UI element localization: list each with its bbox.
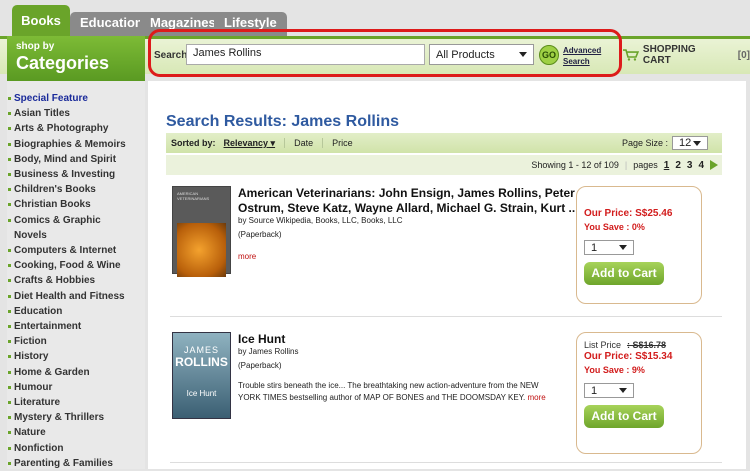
sort-bar: Sorted by: Relevancy ▾ Date Price Page S… (166, 133, 722, 153)
product-divider (170, 462, 722, 463)
product-2-you-save: You Save : 9% (584, 365, 645, 375)
chevron-down-icon (619, 388, 627, 393)
sidebar-item-diet-health[interactable]: Diet Health and Fitness (7, 289, 145, 304)
product-2-byline: by James Rollins (238, 347, 299, 356)
results-title: Search Results: James Rollins (166, 113, 399, 130)
sidebar-item-literature[interactable]: Literature (7, 395, 145, 410)
product-2-our-price: Our Price: S$15.34 (584, 351, 673, 362)
page-link-2[interactable]: 2 (675, 160, 681, 171)
categories-header: shop by Categories (7, 36, 145, 81)
cover-title: Ice Hunt (186, 389, 217, 398)
product-2-title[interactable]: Ice Hunt (238, 332, 285, 347)
sidebar-item-business[interactable]: Business & Investing (7, 167, 145, 182)
next-page-icon[interactable] (710, 160, 718, 170)
product-2-qty-select[interactable]: 1 (584, 383, 634, 398)
product-1-our-price: Our Price: S$25.46 (584, 208, 673, 219)
shopping-cart[interactable]: SHOPPING CART [0] (623, 44, 750, 66)
cover-author-first: JAMES (183, 345, 219, 355)
sort-relevancy[interactable]: Relevancy ▾ (224, 138, 285, 149)
page-size-value: 12 (679, 137, 692, 149)
page-link-3[interactable]: 3 (687, 160, 693, 171)
product-1-details: by Source Wikipedia, Books, LLC, Books, … (238, 215, 403, 263)
category-sidebar: Special Feature Asian Titles Arts & Phot… (7, 81, 145, 469)
sidebar-item-history[interactable]: History (7, 349, 145, 364)
categories-header-small: shop by (16, 41, 55, 52)
sidebar-item-childrens-books[interactable]: Children's Books (7, 182, 145, 197)
product-2-description: Trouble stirs beneath the ice... The bre… (238, 380, 570, 404)
sidebar-item-asian-titles[interactable]: Asian Titles (7, 106, 145, 121)
sidebar-item-body-mind-spirit[interactable]: Body, Mind and Spirit (7, 152, 145, 167)
product-2-list-price-label: List Price (584, 340, 622, 350)
sidebar-item-education[interactable]: Education (7, 304, 145, 319)
cart-icon (623, 49, 639, 61)
product-1-qty-value: 1 (591, 241, 598, 254)
sidebar-item-biographies[interactable]: Biographies & Memoirs (7, 137, 145, 152)
sidebar-item-humour[interactable]: Humour (7, 380, 145, 395)
sidebar-item-special-feature[interactable]: Special Feature (7, 91, 145, 106)
product-1-price-box: Our Price: S$25.46 You Save : 0% 1 Add t… (576, 186, 702, 304)
page-link-4[interactable]: 4 (698, 160, 704, 171)
chevron-down-icon (619, 245, 627, 250)
search-highlight-outline (148, 29, 622, 77)
product-1-qty-select[interactable]: 1 (584, 240, 634, 255)
sort-price[interactable]: Price (322, 138, 362, 148)
product-1-title-line2: Ostrum, Steve Katz, Wayne Allard, Michae… (238, 201, 579, 215)
product-1-cover[interactable]: AMERICAN VETERINARIANS (172, 186, 231, 277)
page-size-label: Page Size : (621, 138, 668, 148)
sidebar-item-home-garden[interactable]: Home & Garden (7, 365, 145, 380)
pages-label: pages (633, 160, 658, 170)
product-2-desc-line2-text: YORK TIMES bestselling author of MAP OF … (238, 393, 526, 402)
sidebar-item-arts-photography[interactable]: Arts & Photography (7, 121, 145, 136)
product-2-price-box: List Price : S$16.78 Our Price: S$15.34 Y… (576, 332, 702, 454)
product-1-format: (Paperback) (238, 230, 282, 239)
page-size-select[interactable]: 12 (672, 136, 708, 150)
sidebar-item-fiction[interactable]: Fiction (7, 334, 145, 349)
sidebar-item-nonfiction[interactable]: Nonfiction (7, 441, 145, 456)
product-2-qty-value: 1 (591, 384, 598, 397)
product-2-desc-line2: YORK TIMES bestselling author of MAP OF … (238, 392, 570, 404)
product-1-title-line1: American Veterinarians: John Ensign, Jam… (238, 186, 575, 200)
categories-header-title: Categories (16, 53, 110, 73)
product-2-desc-line1: Trouble stirs beneath the ice... The bre… (238, 381, 539, 390)
product-2-add-to-cart-button[interactable]: Add to Cart (584, 405, 664, 428)
sort-relevancy-label: Relevancy (223, 137, 269, 148)
chevron-down-icon (693, 140, 701, 146)
shopping-cart-count: [0] (737, 49, 750, 61)
product-2-list-price: List Price : S$16.78 (584, 340, 701, 350)
sort-date[interactable]: Date (284, 138, 322, 148)
product-2-list-price-value: : S$16.78 (627, 340, 667, 350)
shopping-cart-label: SHOPPING CART (642, 44, 696, 66)
pagination-bar: Showing 1 - 12 of 109 | pages 1 2 3 4 (166, 155, 722, 175)
product-2-cover[interactable]: JAMES ROLLINS Ice Hunt (172, 332, 231, 419)
product-2-more-link[interactable]: more (527, 393, 545, 402)
page-link-1[interactable]: 1 (664, 160, 670, 171)
sorted-by-label: Sorted by: (171, 138, 216, 148)
product-1-title[interactable]: American Veterinarians: John Ensign, Jam… (238, 186, 579, 216)
sidebar-item-comics[interactable]: Comics & Graphic Novels (7, 213, 117, 243)
sidebar-item-entertainment[interactable]: Entertainment (7, 319, 145, 334)
showing-count: Showing 1 - 12 of 109 (531, 160, 619, 170)
product-divider (170, 316, 722, 317)
page-size-control: Page Size : 12 (622, 136, 708, 150)
product-1-you-save: You Save : 0% (584, 222, 645, 232)
product-1-more-link[interactable]: more (238, 251, 403, 263)
tab-books[interactable]: Books (12, 5, 70, 37)
product-2-format: (Paperback) (238, 361, 282, 370)
sidebar-item-computers[interactable]: Computers & Internet (7, 243, 145, 258)
cover-author-last: ROLLINS (175, 355, 228, 369)
sidebar-item-crafts[interactable]: Crafts & Hobbies (7, 273, 145, 288)
sidebar-item-mystery[interactable]: Mystery & Thrillers (7, 410, 145, 425)
sidebar-item-christian-books[interactable]: Christian Books (7, 197, 145, 212)
product-2-details: by James Rollins (Paperback) Trouble sti… (238, 346, 570, 404)
cover-image (177, 223, 226, 277)
sidebar-item-cooking[interactable]: Cooking, Food & Wine (7, 258, 145, 273)
sidebar-item-nature[interactable]: Nature (7, 425, 145, 440)
product-1-byline: by Source Wikipedia, Books, LLC, Books, … (238, 216, 403, 225)
cover-caption: AMERICAN VETERINARIANS (177, 191, 210, 201)
separator: | (624, 160, 628, 170)
product-1-add-to-cart-button[interactable]: Add to Cart (584, 262, 664, 285)
